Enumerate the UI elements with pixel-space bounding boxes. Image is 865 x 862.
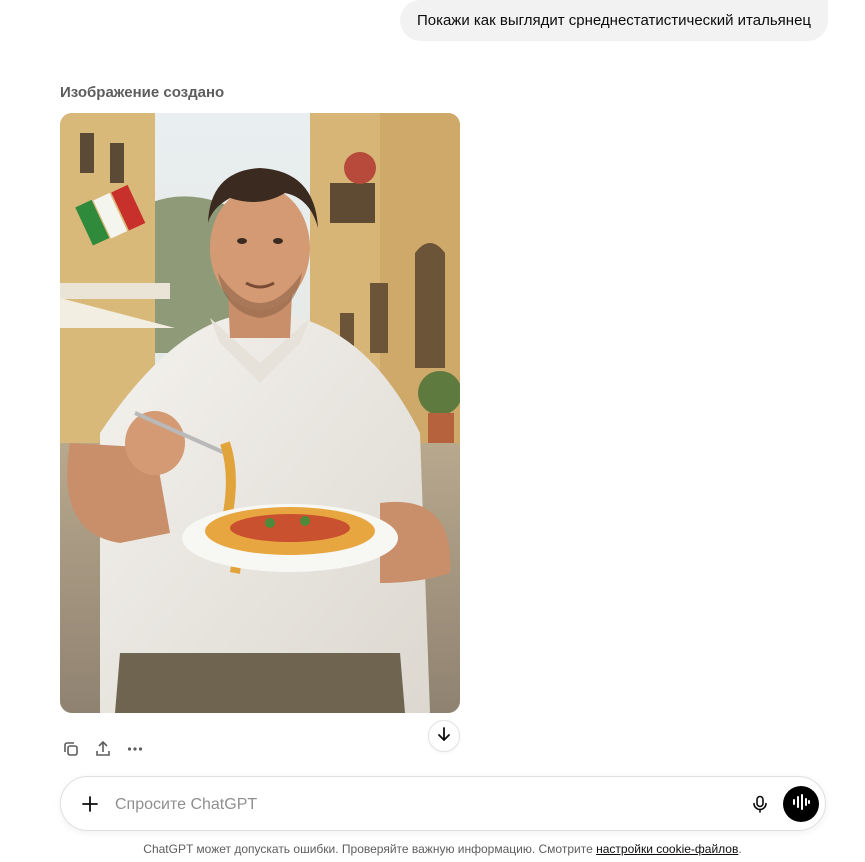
copy-icon[interactable] [60,738,82,760]
voice-mode-icon [792,793,810,815]
disclaimer-period: . [738,842,742,856]
arrow-down-icon [436,726,452,747]
microphone-icon[interactable] [749,793,771,815]
generated-image[interactable] [60,113,460,713]
image-status-label: Изображение создано [60,84,225,101]
voice-mode-button[interactable] [783,786,819,822]
composer [60,776,826,831]
footer-disclaimer: ChatGPT может допускать ошибки. Проверяй… [0,842,865,856]
cookie-settings-link[interactable]: настройки cookie-файлов [596,842,738,856]
message-actions [60,738,146,760]
disclaimer-text: ChatGPT может допускать ошибки. Проверяй… [143,842,593,856]
plus-icon[interactable] [79,793,101,815]
share-icon[interactable] [92,738,114,760]
more-icon[interactable] [124,738,146,760]
scroll-to-bottom-button[interactable] [428,720,460,752]
user-message-bubble: Покажи как выглядит срнеднестатистически… [399,0,828,41]
prompt-input[interactable] [113,791,737,819]
generated-image-illustration [60,113,460,713]
user-message-text: Покажи как выглядит срнеднестатистически… [416,12,811,29]
